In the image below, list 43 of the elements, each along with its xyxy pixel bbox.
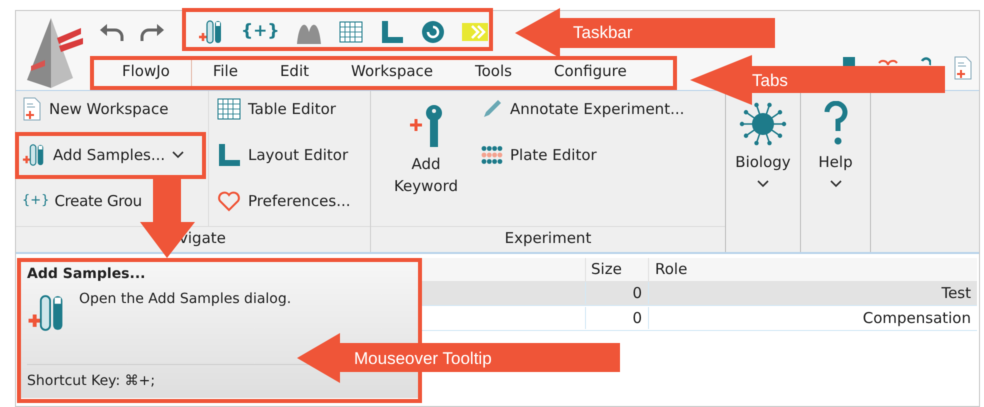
group-label: vigate [179,229,226,247]
table-cell: Test [648,282,977,304]
table-cell: 0 [585,306,648,330]
test-tubes-icon [198,18,224,45]
table-grid-icon [217,98,241,120]
menu-tab[interactable]: File [192,56,259,86]
new-document-icon [953,56,973,80]
callout-label: Tabs [752,70,788,92]
menu-tab[interactable]: FlowJo [101,56,192,86]
table-grid-icon [339,20,364,43]
ribbon-button[interactable]: Plate Editor [481,140,684,170]
menu-tab[interactable]: Tools [454,56,533,86]
callout-label: Taskbar [573,22,633,44]
ribbon-button[interactable]: Table Editor [217,94,351,124]
plate-dots-icon [481,145,503,165]
ribbon-button[interactable]: Preferences... [217,186,351,216]
ribbon-button[interactable]: New Workspace [22,94,208,124]
table-cell: 0 [585,282,648,304]
new-document-icon [22,97,42,121]
virus-icon [737,101,789,147]
ribbon-button[interactable]: Add Samples... [22,140,208,170]
ribbon-button[interactable]: Annotate Experiment... [481,94,684,124]
shortcut-text: Shortcut Key: ⌘+; [27,372,156,391]
menu-tab[interactable]: Edit [258,56,330,86]
refresh-circle-icon[interactable] [421,20,446,44]
tooltip-title: Add Samples... [27,265,146,284]
undo-icon[interactable] [99,22,125,42]
test-tubes-icon [22,143,46,167]
braces-plus-icon[interactable]: {+} [241,18,280,44]
chevron-down-icon [830,180,842,188]
redo-icon[interactable] [139,22,165,42]
menu-tab[interactable]: Workspace [330,56,454,86]
table-cell: Compensation [648,306,977,330]
ribbon-button[interactable]: Layout Editor [217,140,351,170]
tooltip-description: Open the Add Samples dialog. [79,290,292,309]
callout-label: Mouseover Tooltip [354,348,492,370]
pencil-icon [481,98,503,120]
braces-plus-icon: {+} [22,191,50,211]
chevron-down-icon [757,180,769,188]
add-keyword-button[interactable]: Add Keyword [371,91,481,226]
group-label: Experiment [504,229,592,247]
ribbon-button[interactable]: {+} Create Grou [22,186,208,216]
menu-tab[interactable]: Configure [532,56,648,86]
